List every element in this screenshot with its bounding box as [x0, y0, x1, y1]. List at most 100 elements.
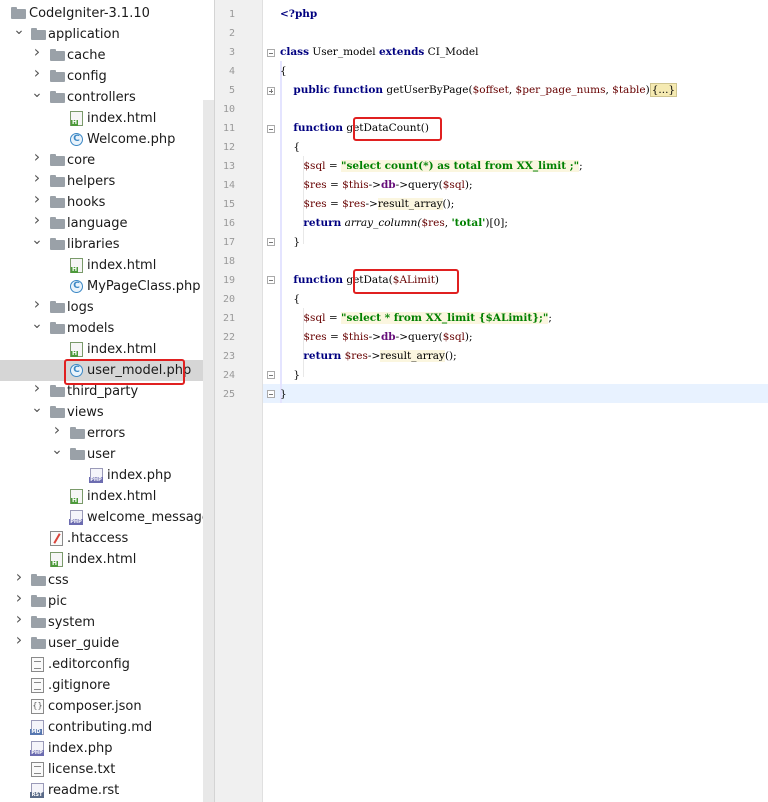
tree-item[interactable]: ⌄ libraries: [0, 233, 214, 255]
tree-item[interactable]: › logs: [0, 296, 214, 318]
chevron-right-icon[interactable]: ›: [31, 170, 43, 186]
tree-item[interactable]: index.html: [0, 549, 214, 570]
tree-item[interactable]: license.txt: [0, 759, 214, 780]
tree-item[interactable]: › language: [0, 212, 214, 234]
tree-item[interactable]: index.php: [0, 738, 214, 759]
string-literal: "select count(*) as total from XX_limit …: [341, 160, 580, 172]
chevron-down-icon[interactable]: ⌄: [31, 401, 43, 415]
tree-item[interactable]: contributing.md: [0, 717, 214, 738]
chevron-right-icon[interactable]: ›: [31, 212, 43, 228]
folder-icon: [50, 322, 65, 334]
tree-item[interactable]: ⌄ controllers: [0, 86, 214, 108]
tree-item[interactable]: readme.rst: [0, 780, 214, 801]
tree-item-label: logs: [67, 300, 94, 315]
chevron-right-icon[interactable]: ›: [31, 296, 43, 312]
fold-toggle-end[interactable]: [267, 371, 275, 379]
method-call: query(: [408, 331, 443, 343]
fold-toggle-getDataCount[interactable]: [267, 125, 275, 133]
tree-item[interactable]: › helpers: [0, 170, 214, 192]
chevron-down-icon[interactable]: ⌄: [31, 233, 43, 247]
chevron-down-icon[interactable]: ⌄: [13, 23, 25, 37]
param: $table: [612, 84, 646, 96]
tree-item[interactable]: › pic: [0, 590, 214, 612]
punct: =: [326, 198, 343, 210]
folder-icon: [11, 7, 26, 19]
tree-item[interactable]: index.html: [0, 255, 214, 276]
punct: =: [325, 160, 342, 172]
tree-item-label: cache: [67, 48, 106, 63]
chevron-down-icon[interactable]: ⌄: [31, 317, 43, 331]
keyword-class: class: [280, 46, 310, 58]
tree-item[interactable]: ⌄ models: [0, 317, 214, 339]
tree-item[interactable]: › errors: [0, 422, 214, 444]
punct: ,: [508, 84, 516, 96]
chevron-right-icon[interactable]: ›: [31, 191, 43, 207]
code-line-17: }: [280, 233, 300, 252]
chevron-right-icon[interactable]: ›: [31, 65, 43, 81]
line-number: 5: [228, 85, 235, 96]
chevron-right-icon[interactable]: ›: [13, 632, 25, 648]
tree-item-label: index.html: [67, 552, 137, 567]
punct: ->: [395, 179, 408, 191]
punct: ->: [365, 198, 378, 210]
tree-item[interactable]: welcome_message.ph: [0, 507, 214, 528]
variable: $res: [303, 331, 327, 343]
highlight-user-model-file: [64, 359, 185, 385]
tree-item[interactable]: CodeIgniter-3.1.10: [0, 3, 214, 24]
tree-item[interactable]: index.php: [0, 465, 214, 486]
chevron-right-icon[interactable]: ›: [13, 569, 25, 585]
tree-item[interactable]: › core: [0, 149, 214, 171]
project-tree-panel: CodeIgniter-3.1.10 ⌄ application › cache › con…: [0, 0, 214, 802]
folder-icon: [50, 238, 65, 250]
chevron-right-icon[interactable]: ›: [51, 422, 63, 438]
fold-toggle-getUserByPage[interactable]: [267, 87, 275, 95]
tree-item-label: .gitignore: [48, 678, 111, 693]
tree-item-label: errors: [87, 426, 126, 441]
code-editor[interactable]: 1 2 3 4 5 10 11 12 13 14 15 16 17 18 19 20 21 22 23 24 25 <?…: [215, 0, 768, 802]
chevron-right-icon[interactable]: ›: [13, 590, 25, 606]
project-tree-scrollbar[interactable]: [203, 100, 214, 802]
tree-item[interactable]: {} composer.json: [0, 696, 214, 717]
tree-item[interactable]: › cache: [0, 44, 214, 66]
punct: ->: [368, 179, 381, 191]
punct: ();: [444, 350, 457, 362]
tree-item[interactable]: › user_guide: [0, 632, 214, 654]
collapsed-block[interactable]: {...}: [649, 83, 678, 97]
variable: $this: [342, 331, 369, 343]
chevron-down-icon[interactable]: ⌄: [31, 86, 43, 100]
fold-toggle-end[interactable]: [267, 238, 275, 246]
property: db: [380, 179, 396, 191]
tree-item[interactable]: ⌄ views: [0, 401, 214, 423]
fold-toggle-class[interactable]: [267, 49, 275, 57]
variable: $res: [303, 179, 327, 191]
tree-item[interactable]: ⌄ user: [0, 443, 214, 465]
tree-item[interactable]: C Welcome.php: [0, 129, 214, 150]
chevron-right-icon[interactable]: ›: [31, 44, 43, 60]
chevron-down-icon[interactable]: ⌄: [51, 443, 63, 457]
tree-item[interactable]: C MyPageClass.php: [0, 276, 214, 297]
tree-item[interactable]: › config: [0, 65, 214, 87]
string-literal: 'total': [451, 217, 486, 229]
chevron-right-icon[interactable]: ›: [31, 149, 43, 165]
text-file-icon: [31, 762, 44, 777]
tree-item[interactable]: .gitignore: [0, 675, 214, 696]
tree-item[interactable]: ⌄ application: [0, 23, 214, 45]
tree-item-label: views: [67, 405, 104, 420]
fold-toggle-class-end[interactable]: [267, 390, 275, 398]
tree-item[interactable]: › css: [0, 569, 214, 591]
tree-item[interactable]: › hooks: [0, 191, 214, 213]
tree-item[interactable]: index.html: [0, 108, 214, 129]
fold-toggle-getData[interactable]: [267, 276, 275, 284]
chevron-right-icon[interactable]: ›: [13, 611, 25, 627]
tree-item[interactable]: .htaccess: [0, 528, 214, 549]
code-line-24: }: [280, 366, 300, 385]
tree-item[interactable]: index.html: [0, 486, 214, 507]
tree-item[interactable]: .editorconfig: [0, 654, 214, 675]
chevron-right-icon[interactable]: ›: [31, 380, 43, 396]
tree-item-label: Welcome.php: [87, 132, 176, 147]
tree-item[interactable]: index.html: [0, 339, 214, 360]
tree-item[interactable]: › system: [0, 611, 214, 633]
variable: $sql: [303, 160, 326, 172]
tree-item-label: index.html: [87, 111, 157, 126]
variable: $res: [303, 198, 327, 210]
